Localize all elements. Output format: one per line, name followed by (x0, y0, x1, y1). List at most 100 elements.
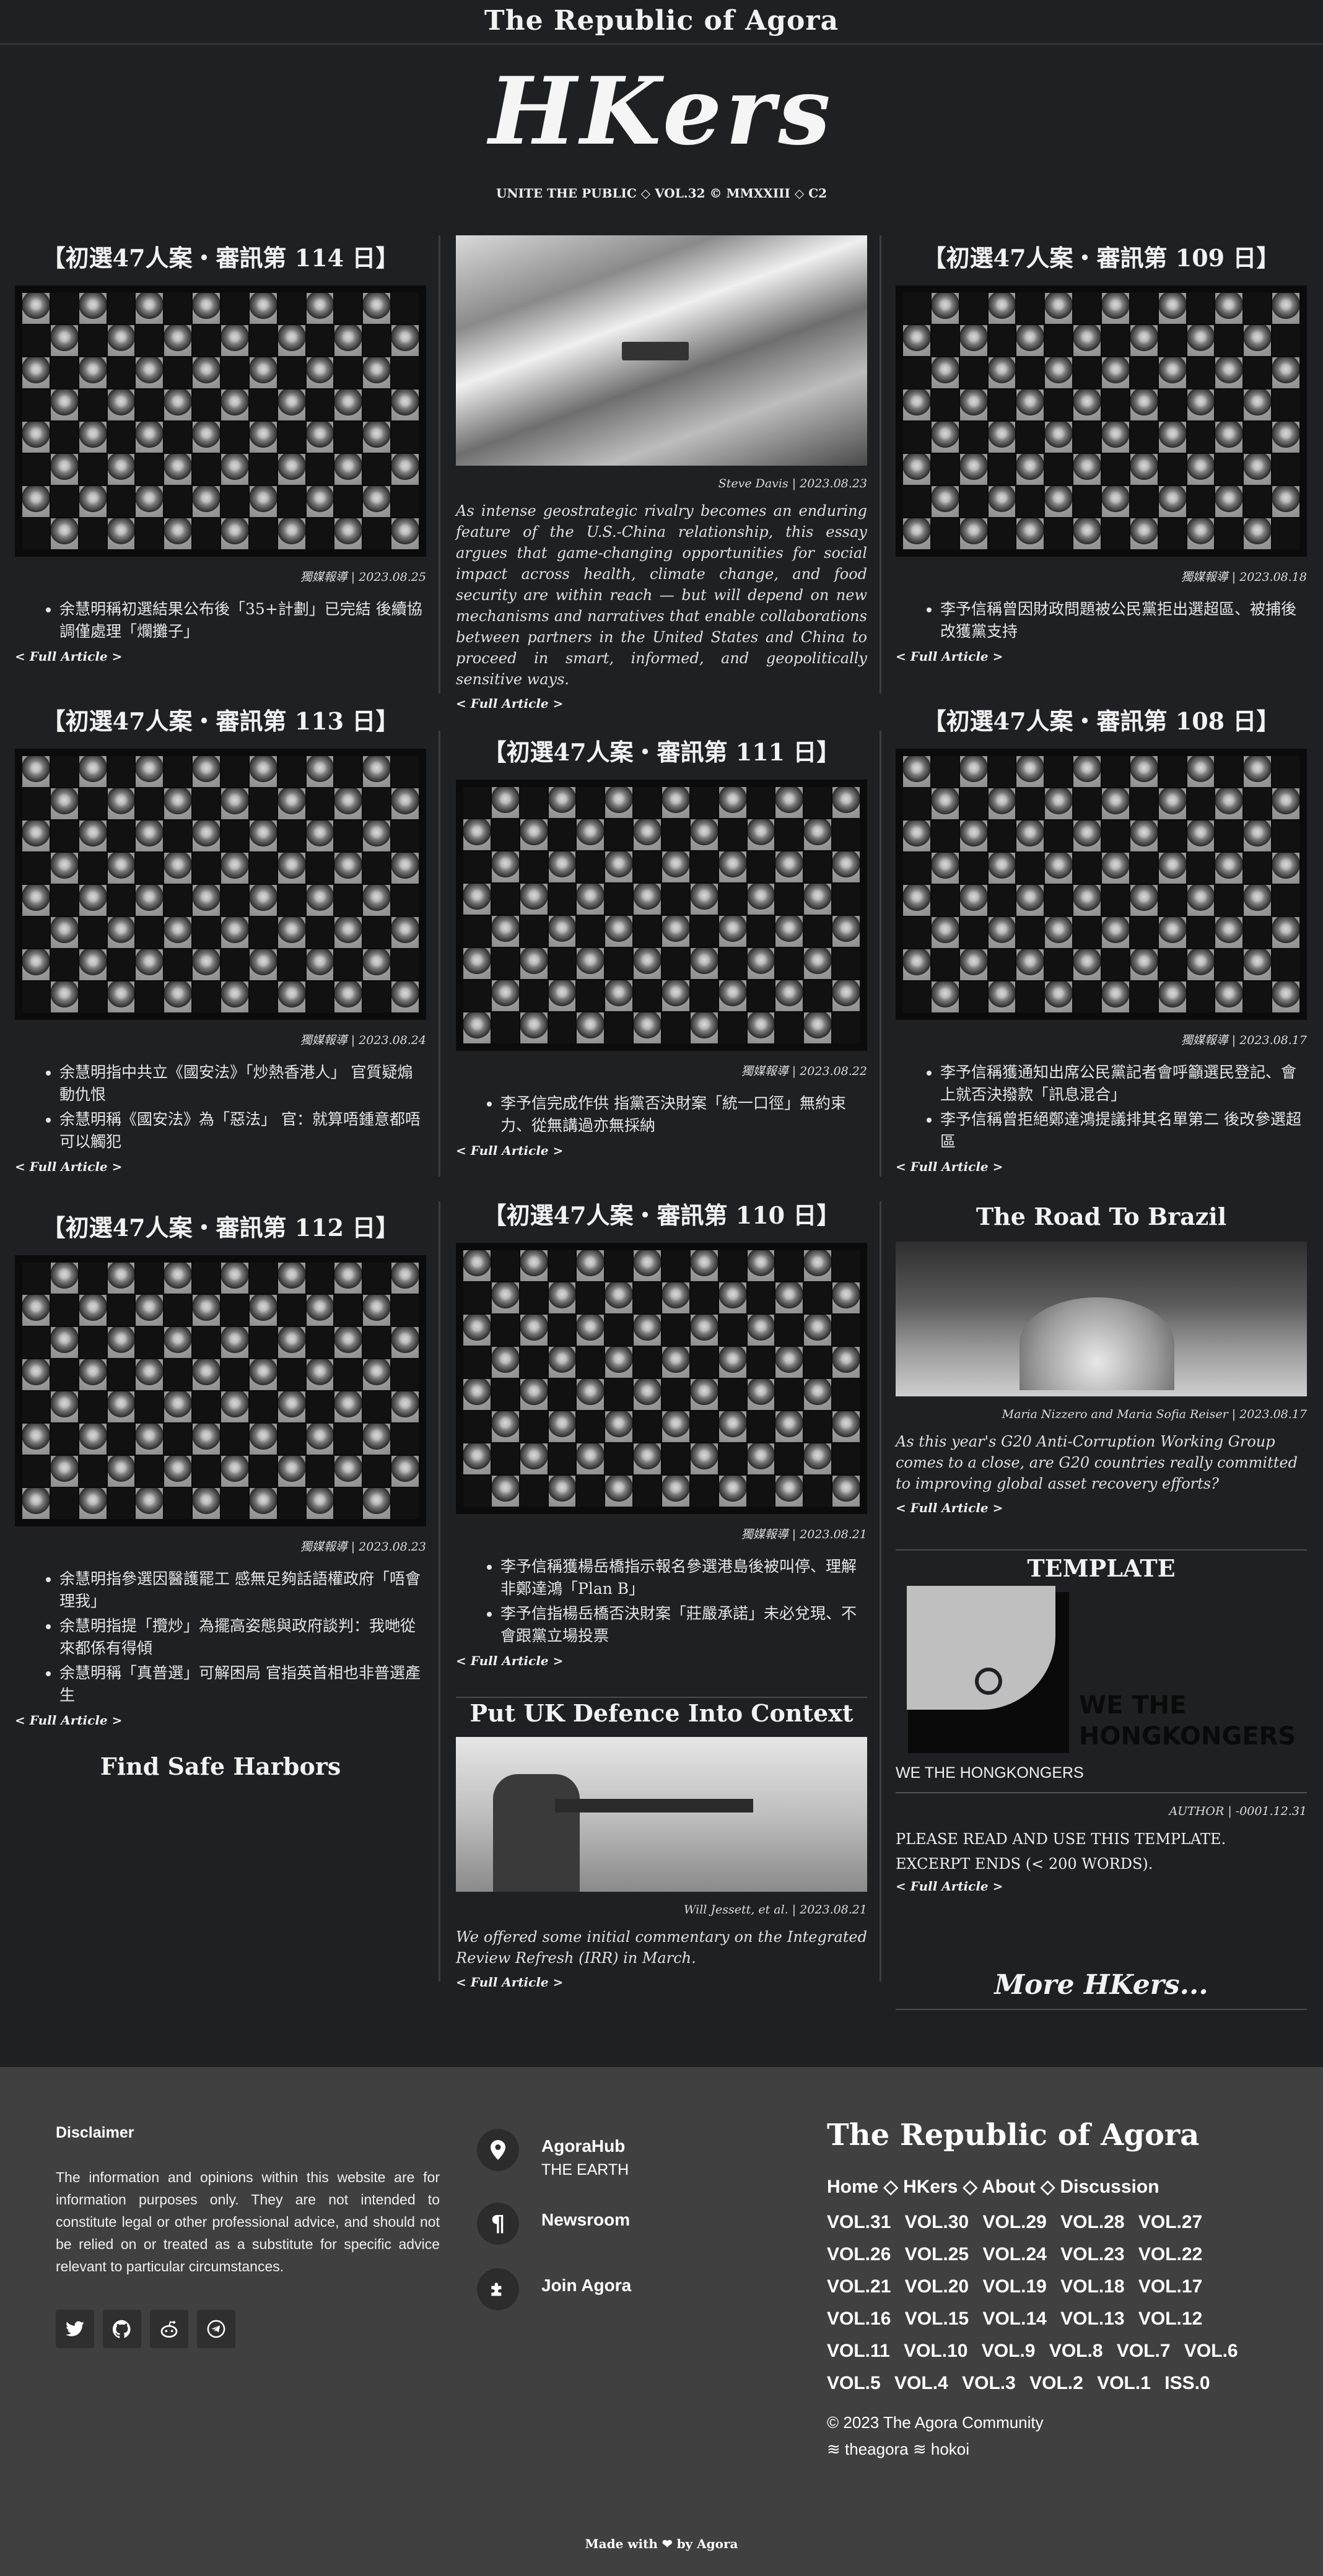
coin-pile-city-image[interactable] (896, 1242, 1307, 1396)
volume-link[interactable]: VOL.21 (827, 2276, 891, 2297)
list-item[interactable]: 李予信指楊岳橋否決財案「莊嚴承諾」未必兌現、不會跟黨立場投票 (500, 1603, 867, 1647)
article-card[interactable]: 【初選47人案・審訊第 114 日】 獨媒報導 | 2023.08.25 余慧明… (15, 239, 426, 664)
full-article-link[interactable]: < Full Article > (456, 1653, 867, 1668)
full-article-link[interactable]: < Full Article > (456, 1975, 867, 1990)
volume-link[interactable]: ISS.0 (1164, 2373, 1210, 2393)
list-item[interactable]: 李予信完成作供 指黨否決財案「統一口徑」無約束力、從無講過亦無採納 (500, 1092, 867, 1137)
list-item[interactable]: 余慧明指中共立《國安法》「炒熱香港人」 官質疑煽動仇恨 (59, 1061, 426, 1106)
volume-link[interactable]: VOL.6 (1184, 2341, 1238, 2361)
volume-link[interactable]: VOL.29 (982, 2212, 1046, 2232)
volume-link[interactable]: VOL.19 (982, 2276, 1046, 2297)
volume-link[interactable]: VOL.12 (1138, 2308, 1202, 2329)
social-handles[interactable]: ≋ theagora ≋ hokoi (827, 2440, 1273, 2459)
agorahub-link[interactable]: AgoraHub THE EARTH (477, 2129, 631, 2179)
site-name[interactable]: The Republic of Agora (0, 0, 1323, 42)
list-item[interactable]: 余慧明指參選因醫護罷工 感無足夠話語權政府「唔會理我」 (59, 1568, 426, 1612)
full-article-link[interactable]: < Full Article > (15, 649, 426, 664)
volume-link[interactable]: VOL.20 (905, 2276, 969, 2297)
defendants-collage-image[interactable] (15, 1255, 426, 1526)
join-agora-link[interactable]: Join Agora (477, 2268, 631, 2310)
list-item[interactable]: 余慧明稱《國安法》為「惡法」 官：就算唔鍾意都唔可以觸犯 (59, 1108, 426, 1153)
volume-link[interactable]: VOL.13 (1060, 2308, 1124, 2329)
volume-link[interactable]: VOL.3 (962, 2373, 1016, 2393)
volume-link[interactable]: VOL.28 (1060, 2212, 1124, 2232)
ship-storm-image[interactable] (456, 235, 867, 466)
article-title[interactable]: 【初選47人案・審訊第 111 日】 (456, 733, 867, 767)
article-title[interactable]: 【初選47人案・審訊第 114 日】 (15, 239, 426, 273)
defendants-collage-image[interactable] (15, 749, 426, 1020)
footer-nav[interactable]: Home ◇ HKers ◇ About ◇ Discussion (827, 2176, 1273, 2198)
volume-link[interactable]: VOL.23 (1060, 2244, 1124, 2265)
volume-link[interactable]: VOL.31 (827, 2212, 891, 2232)
twitter-icon[interactable] (56, 2310, 94, 2348)
full-article-link[interactable]: < Full Article > (896, 649, 1307, 664)
article-title[interactable]: 【初選47人案・審訊第 110 日】 (456, 1196, 867, 1230)
list-item[interactable]: 李予信稱獲通知出席公民黨記者會呼籲選民登記、會上就否決撥款「訊息混合」 (940, 1061, 1307, 1106)
article-card[interactable]: Put UK Defence Into Context Will Jessett… (456, 1699, 867, 1990)
full-article-link[interactable]: < Full Article > (896, 1879, 1307, 1894)
list-item[interactable]: 李予信稱曾拒絕鄭達鴻提議排其名單第二 後改參選超區 (940, 1108, 1307, 1153)
list-item[interactable]: 余慧明指提「攬炒」為擺高姿態與政府談判：我哋從來都係有得傾 (59, 1615, 426, 1660)
list-item[interactable]: 李予信稱獲楊岳橋指示報名參選港島後被叫停、理解非鄭達鴻「Plan B」 (500, 1556, 867, 1600)
volume-link[interactable]: VOL.10 (904, 2341, 967, 2361)
volume-link[interactable]: VOL.14 (982, 2308, 1046, 2329)
we-the-hongkongers-logo[interactable]: WE THE HONGKONGERS (896, 1586, 1307, 1759)
article-card[interactable]: 【初選47人案・審訊第 112 日】 獨媒報導 | 2023.08.23 余慧明… (15, 1209, 426, 1780)
github-icon[interactable] (103, 2310, 141, 2348)
full-article-link[interactable]: < Full Article > (15, 1159, 426, 1174)
volume-link[interactable]: VOL.4 (894, 2373, 948, 2393)
article-card[interactable]: 【初選47人案・審訊第 110 日】 獨媒報導 | 2023.08.21 李予信… (456, 1196, 867, 1668)
article-title[interactable]: The Road To Brazil (896, 1203, 1307, 1230)
full-article-link[interactable]: < Full Article > (15, 1713, 426, 1728)
defendants-collage-image[interactable] (896, 285, 1307, 557)
volume-link[interactable]: VOL.26 (827, 2244, 891, 2265)
volume-link[interactable]: VOL.16 (827, 2308, 891, 2329)
more-hkers-link[interactable]: More HKers... (896, 1969, 1307, 2001)
article-card[interactable]: 【初選47人案・審訊第 109 日】 獨媒報導 | 2023.08.18 李予信… (896, 239, 1307, 664)
volume-link[interactable]: VOL.25 (905, 2244, 969, 2265)
soldier-machine-gun-image[interactable] (456, 1737, 867, 1892)
volume-link[interactable]: VOL.5 (827, 2373, 881, 2393)
article-title[interactable]: Put UK Defence Into Context (456, 1699, 867, 1727)
article-card[interactable]: 【初選47人案・審訊第 111 日】 獨媒報導 | 2023.08.22 李予信… (456, 733, 867, 1158)
hkers-logo[interactable]: HKers (0, 62, 1323, 161)
footer-brand[interactable]: The Republic of Agora (827, 2118, 1273, 2152)
volume-link[interactable]: VOL.8 (1049, 2341, 1103, 2361)
volume-link[interactable]: VOL.11 (827, 2341, 890, 2361)
defendants-collage-image[interactable] (456, 1243, 867, 1514)
defendants-collage-image[interactable] (15, 285, 426, 557)
defendants-collage-image[interactable] (456, 780, 867, 1051)
list-item[interactable]: 李予信稱曾因財政問題被公民黨拒出選超區、被捕後改獲黨支持 (940, 598, 1307, 643)
volume-link[interactable]: VOL.7 (1117, 2341, 1171, 2361)
telegram-icon[interactable] (197, 2310, 235, 2348)
full-article-link[interactable]: < Full Article > (896, 1159, 1307, 1174)
article-title[interactable]: 【初選47人案・審訊第 112 日】 (15, 1209, 426, 1243)
article-title[interactable]: 【初選47人案・審訊第 108 日】 (896, 702, 1307, 736)
newsroom-link[interactable]: ¶ Newsroom (477, 2203, 631, 2245)
volume-link[interactable]: VOL.15 (905, 2308, 969, 2329)
volume-link[interactable]: VOL.17 (1138, 2276, 1202, 2297)
volume-link[interactable]: VOL.24 (982, 2244, 1046, 2265)
list-item[interactable]: 余慧明稱初選結果公布後「35+計劃」已完結 後續協調僅處理「爛攤子」 (59, 598, 426, 643)
volume-link[interactable]: VOL.22 (1138, 2244, 1202, 2265)
defendants-collage-image[interactable] (896, 749, 1307, 1020)
volume-link[interactable]: VOL.18 (1060, 2276, 1124, 2297)
article-title[interactable]: 【初選47人案・審訊第 113 日】 (15, 702, 426, 736)
template-title[interactable]: TEMPLATE (896, 1554, 1307, 1582)
article-card[interactable]: 【初選47人案・審訊第 113 日】 獨媒報導 | 2023.08.24 余慧明… (15, 702, 426, 1174)
safe-harbors-title[interactable]: Find Safe Harbors (15, 1752, 426, 1780)
article-card[interactable]: Steve Davis | 2023.08.23 As intense geos… (456, 235, 867, 711)
full-article-link[interactable]: < Full Article > (456, 1143, 867, 1158)
list-item[interactable]: 余慧明稱「真普選」可解困局 官指英首相也非普選產生 (59, 1662, 426, 1707)
template-card[interactable]: TEMPLATE WE THE HONGKONGERS WE THE HONGK… (896, 1554, 1307, 1894)
article-title[interactable]: 【初選47人案・審訊第 109 日】 (896, 239, 1307, 273)
article-card[interactable]: 【初選47人案・審訊第 108 日】 獨媒報導 | 2023.08.17 李予信… (896, 702, 1307, 1174)
volume-link[interactable]: VOL.2 (1029, 2373, 1083, 2393)
volume-link[interactable]: VOL.30 (905, 2212, 969, 2232)
volume-link[interactable]: VOL.9 (982, 2341, 1036, 2361)
full-article-link[interactable]: < Full Article > (456, 696, 867, 711)
article-card[interactable]: The Road To Brazil Maria Nizzero and Mar… (896, 1203, 1307, 1515)
volume-link[interactable]: VOL.27 (1138, 2212, 1202, 2232)
full-article-link[interactable]: < Full Article > (896, 1500, 1307, 1515)
volume-link[interactable]: VOL.1 (1097, 2373, 1151, 2393)
